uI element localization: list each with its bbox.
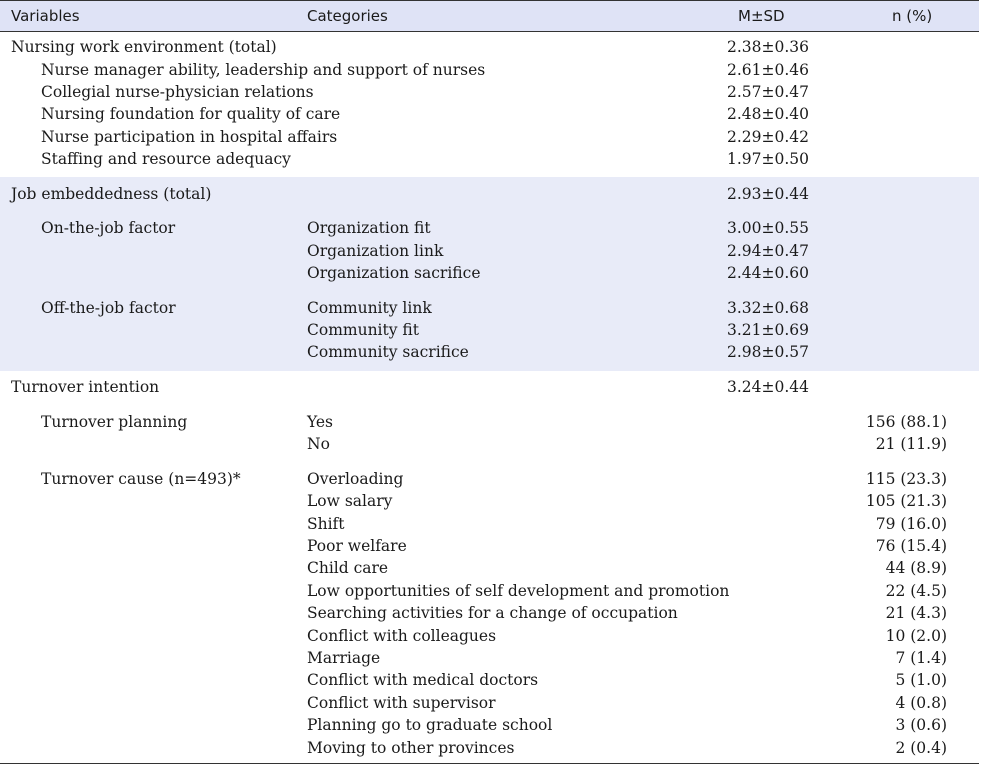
bottom-rule (0, 763, 979, 764)
turnover-total-label: Turnover intention (11, 378, 160, 396)
off-job-category: Community fit (307, 321, 419, 339)
cause-category: Conflict with supervisor (307, 694, 496, 712)
cause-category: Low opportunities of self development an… (307, 582, 730, 600)
turnover-total-msd: 3.24±0.44 (727, 378, 810, 396)
on-job-category: Organization link (307, 242, 444, 260)
header-variables: Variables (11, 7, 80, 25)
cause-n: 44 (8.9) (885, 559, 947, 577)
cause-category: Planning go to graduate school (307, 716, 553, 734)
on-job-category: Organization fit (307, 219, 431, 237)
cause-n: 2 (0.4) (895, 739, 947, 757)
cause-category: Conflict with medical doctors (307, 671, 539, 689)
work-env-item-label: Nursing foundation for quality of care (41, 105, 341, 123)
on-job-msd: 2.94±0.47 (727, 242, 810, 260)
cause-category: Shift (307, 515, 345, 533)
work-env-total-msd: 2.38±0.36 (727, 38, 810, 56)
turnover-cause-label: Turnover cause (n=493)* (41, 470, 241, 488)
work-env-item-msd: 2.57±0.47 (727, 83, 810, 101)
cause-n: 22 (4.5) (885, 582, 947, 600)
turnover-planning-label: Turnover planning (41, 413, 188, 431)
cause-n: 3 (0.6) (895, 716, 947, 734)
on-job-category: Organization sacrifice (307, 264, 481, 282)
header-n: n (%) (892, 7, 933, 25)
header-categories: Categories (307, 7, 388, 25)
cause-n: 79 (16.0) (875, 515, 947, 533)
work-env-item-label: Staffing and resource adequacy (41, 150, 291, 168)
on-job-factor-label: On-the-job factor (41, 219, 176, 237)
off-job-msd: 2.98±0.57 (727, 343, 810, 361)
cause-n: 21 (4.3) (885, 604, 947, 622)
work-env-item-label: Collegial nurse-physician relations (41, 83, 314, 101)
cause-n: 7 (1.4) (895, 649, 947, 667)
cause-category: Marriage (307, 649, 381, 667)
planning-n: 21 (11.9) (875, 435, 947, 453)
cause-category: Moving to other provinces (307, 739, 515, 757)
planning-category: No (307, 435, 330, 453)
cause-n: 4 (0.8) (895, 694, 947, 712)
off-job-category: Community sacrifice (307, 343, 469, 361)
cause-category: Searching activities for a change of occ… (307, 604, 678, 622)
work-env-item-label: Nurse manager ability, leadership and su… (41, 61, 486, 79)
header-msd: M±SD (738, 7, 785, 25)
off-job-msd: 3.32±0.68 (727, 299, 810, 317)
job-embeddedness-band (0, 177, 979, 371)
data-table: Variables Categories M±SD n (%) Nursing … (0, 0, 981, 766)
work-env-item-label: Nurse participation in hospital affairs (41, 128, 338, 146)
cause-n: 5 (1.0) (895, 671, 947, 689)
cause-category: Low salary (307, 492, 393, 510)
planning-n: 156 (88.1) (865, 413, 947, 431)
job-emb-total-msd: 2.93±0.44 (727, 185, 810, 203)
off-job-factor-label: Off-the-job factor (41, 299, 176, 317)
work-env-total-label: Nursing work environment (total) (11, 38, 277, 56)
cause-n: 115 (23.3) (865, 470, 947, 488)
cause-category: Poor welfare (307, 537, 407, 555)
work-env-item-msd: 1.97±0.50 (727, 150, 810, 168)
on-job-msd: 3.00±0.55 (727, 219, 810, 237)
off-job-msd: 3.21±0.69 (727, 321, 810, 339)
cause-category: Conflict with colleagues (307, 627, 497, 645)
cause-category: Overloading (307, 470, 404, 488)
on-job-msd: 2.44±0.60 (727, 264, 810, 282)
work-env-item-msd: 2.48±0.40 (727, 105, 810, 123)
cause-n: 10 (2.0) (885, 627, 947, 645)
cause-n: 76 (15.4) (875, 537, 947, 555)
off-job-category: Community link (307, 299, 432, 317)
work-env-item-msd: 2.61±0.46 (727, 61, 810, 79)
cause-category: Child care (307, 559, 389, 577)
planning-category: Yes (307, 413, 334, 431)
table-header: Variables Categories M±SD n (%) (0, 0, 979, 32)
work-env-item-msd: 2.29±0.42 (727, 128, 810, 146)
cause-n: 105 (21.3) (865, 492, 947, 510)
job-emb-total-label: Job embeddedness (total) (11, 185, 212, 203)
